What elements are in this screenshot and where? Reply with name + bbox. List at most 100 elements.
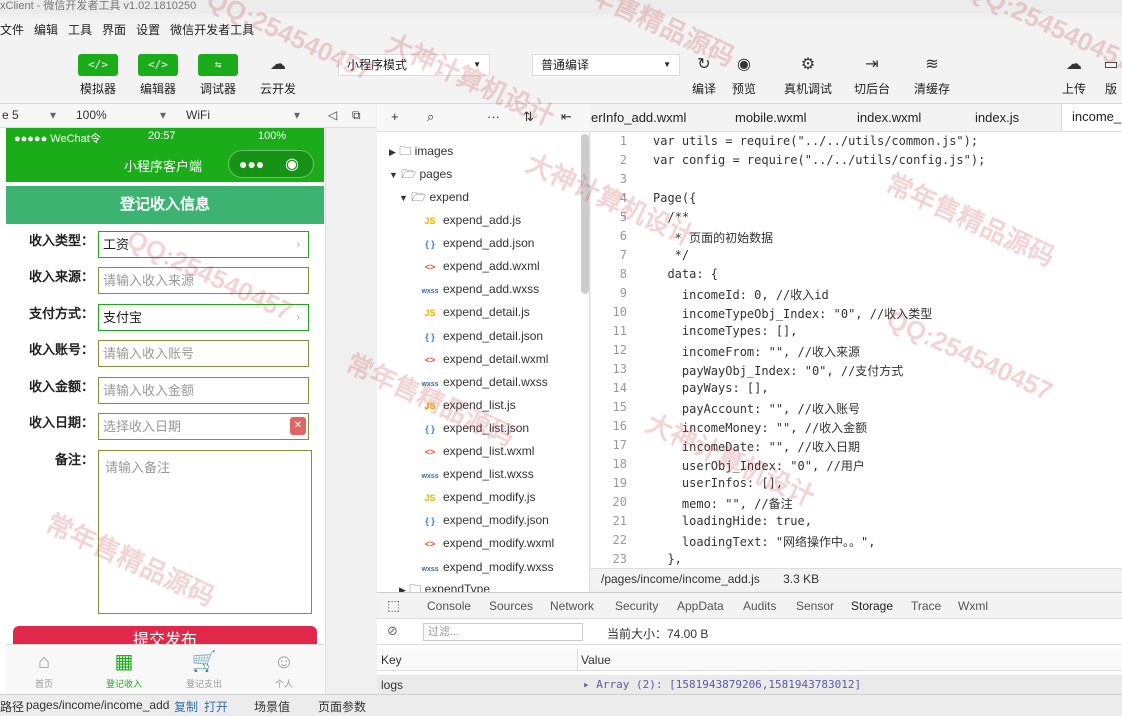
file-item[interactable]: JS expend_list.js bbox=[421, 394, 516, 416]
storage-row[interactable]: logs ▸ Array (2): [1581943879206,1581943… bbox=[377, 675, 1122, 695]
file-name: expend_modify.js bbox=[443, 490, 536, 505]
clear-icon[interactable]: ✕ bbox=[290, 417, 306, 435]
file-item[interactable]: <> expend_list.wxml bbox=[421, 440, 535, 462]
remote-debug-button[interactable]: ⚙ 真机调试 bbox=[778, 54, 838, 97]
folder-expend[interactable]: ▼ 🗁 expend bbox=[399, 186, 469, 208]
folder-pages[interactable]: ▼ 🗁 pages bbox=[389, 163, 452, 185]
menu-settings[interactable]: 设置 bbox=[136, 21, 160, 38]
tab-profile[interactable]: ☺ 个人 bbox=[254, 647, 314, 690]
add-icon[interactable]: + bbox=[391, 109, 399, 124]
tab-audits[interactable]: Audits bbox=[743, 599, 776, 613]
tab-storage[interactable]: Storage bbox=[851, 599, 893, 613]
income-type-picker[interactable]: 工资 › bbox=[98, 231, 309, 258]
capsule-menu[interactable]: ●●● ◉ bbox=[228, 150, 314, 178]
tab-userinfo-add-wxml[interactable]: erInfo_add.wxml bbox=[591, 110, 686, 125]
clear-cache-button[interactable]: ≋ 清缓存 bbox=[902, 54, 962, 97]
menu-file[interactable]: 文件 bbox=[0, 21, 24, 38]
preview-button[interactable]: ◉ 预览 bbox=[714, 54, 774, 97]
tab-trace[interactable]: Trace bbox=[911, 599, 941, 613]
inspect-icon[interactable]: ⬚ bbox=[387, 597, 400, 614]
file-item[interactable]: wxss expend_modify.wxss bbox=[421, 556, 554, 578]
tab-sensor[interactable]: Sensor bbox=[796, 599, 834, 613]
tree-scrollbar[interactable] bbox=[581, 134, 589, 294]
tab-index-wxml[interactable]: index.wxml bbox=[857, 110, 921, 125]
zoom-select[interactable]: 100% bbox=[76, 108, 107, 122]
sort-icon[interactable]: ⇅ bbox=[523, 109, 534, 125]
upload-button[interactable]: ☁ 上传 bbox=[1044, 54, 1104, 97]
network-select[interactable]: WiFi bbox=[186, 108, 210, 122]
tab-register-expense[interactable]: 🛒 登记支出 bbox=[174, 647, 234, 690]
copy-link[interactable]: 复制 bbox=[174, 698, 198, 715]
menu-edit[interactable]: 编辑 bbox=[34, 21, 58, 38]
income-source-input[interactable]: 请输入收入来源 bbox=[98, 267, 309, 294]
compile-select[interactable]: 普通编译 ▼ bbox=[532, 54, 680, 76]
line-number: 14 bbox=[612, 381, 627, 395]
tab-register-income[interactable]: ▦ 登记收入 bbox=[94, 647, 154, 690]
tab-index-js[interactable]: index.js bbox=[975, 110, 1019, 125]
editor-button[interactable]: </> 编辑器 bbox=[128, 54, 188, 97]
popout-icon[interactable]: ⧉ bbox=[352, 108, 361, 123]
open-link[interactable]: 打开 bbox=[204, 698, 228, 715]
file-name: expend_detail.wxss bbox=[443, 374, 548, 389]
code-editor[interactable]: 1 var utils = require("../../utils/common… bbox=[591, 132, 1122, 568]
file-item[interactable]: wxss expend_detail.wxss bbox=[421, 371, 548, 393]
folder-expendtype[interactable]: ▶ 🗀 expendType bbox=[399, 578, 490, 592]
file-item[interactable]: <> expend_modify.wxml bbox=[421, 532, 554, 554]
tab-mobile-wxml[interactable]: mobile.wxml bbox=[735, 110, 807, 125]
mode-select[interactable]: 小程序模式 ▼ bbox=[338, 54, 490, 76]
filter-input[interactable]: 过滤... bbox=[423, 623, 583, 641]
tab-home[interactable]: ⌂ 首页 bbox=[14, 647, 74, 690]
tab-wxml[interactable]: Wxml bbox=[958, 599, 988, 613]
income-money-input[interactable]: 请输入收入金额 bbox=[98, 377, 309, 404]
file-item[interactable]: JS expend_modify.js bbox=[421, 486, 536, 508]
file-item[interactable]: wxss expend_list.wxss bbox=[421, 463, 533, 485]
file-item[interactable]: wxss expend_add.wxss bbox=[421, 278, 539, 300]
block-icon[interactable]: ⊘ bbox=[387, 623, 398, 639]
menu-interface[interactable]: 界面 bbox=[102, 21, 126, 38]
folder-expendtype-label: expendType bbox=[424, 582, 491, 592]
menu-tools[interactable]: 工具 bbox=[68, 21, 92, 38]
file-name: expend_modify.wxss bbox=[443, 559, 554, 574]
status-time: 20:57 bbox=[148, 130, 176, 142]
folder-images[interactable]: ▶ 🗀 images bbox=[389, 140, 453, 162]
tab-sources[interactable]: Sources bbox=[489, 599, 533, 613]
pay-account-input[interactable]: 请输入收入账号 bbox=[98, 340, 309, 367]
menu-devtools[interactable]: 微信开发者工具 bbox=[170, 21, 254, 38]
current-size: 当前大小：74.00 B bbox=[607, 627, 709, 641]
cart-icon: 🛒 bbox=[191, 651, 217, 673]
file-item[interactable]: { } expend_modify.json bbox=[421, 509, 549, 531]
pay-way-picker[interactable]: 支付宝 › bbox=[98, 304, 309, 331]
page-params-button[interactable]: 页面参数 bbox=[318, 698, 366, 715]
search-icon[interactable]: ⌕ bbox=[427, 109, 434, 125]
more-icon[interactable]: ··· bbox=[487, 109, 500, 124]
collapse-icon[interactable]: ⇤ bbox=[561, 109, 572, 125]
debugger-button[interactable]: ⇆ 调试器 bbox=[188, 54, 248, 97]
background-button[interactable]: ⇥ 切后台 bbox=[842, 54, 902, 97]
tab-console[interactable]: Console bbox=[427, 599, 471, 613]
caret-down-icon: ▾ bbox=[294, 108, 301, 122]
cloud-dev-button[interactable]: ☁ 云开发 bbox=[248, 54, 308, 97]
version-button[interactable]: ▭ 版 bbox=[1100, 54, 1122, 97]
tab-income-add-js[interactable]: income_ bbox=[1061, 104, 1122, 131]
upload-label: 上传 bbox=[1061, 82, 1086, 96]
tab-network[interactable]: Network bbox=[550, 599, 594, 613]
sound-icon[interactable]: ◁ bbox=[328, 108, 337, 122]
file-item[interactable]: <> expend_detail.wxml bbox=[421, 348, 549, 370]
file-name: expend_list.js bbox=[443, 397, 516, 412]
more-dots-icon[interactable]: ●●● bbox=[239, 156, 264, 172]
file-item[interactable]: JS expend_detail.js bbox=[421, 301, 529, 323]
income-date-picker[interactable]: 选择收入日期 ✕ bbox=[98, 413, 309, 440]
simulator-button[interactable]: </> 模拟器 bbox=[68, 54, 128, 97]
device-select[interactable]: e 5 bbox=[2, 108, 19, 122]
memo-textarea[interactable]: 请输入备注 bbox=[98, 450, 312, 614]
close-circle-icon[interactable]: ◉ bbox=[285, 154, 299, 174]
file-item[interactable]: { } expend_list.json bbox=[421, 417, 529, 439]
tab-security[interactable]: Security bbox=[615, 599, 658, 613]
file-item[interactable]: <> expend_add.wxml bbox=[421, 255, 540, 277]
scene-button[interactable]: 场景值 bbox=[254, 698, 290, 715]
file-item[interactable]: { } expend_detail.json bbox=[421, 325, 543, 347]
file-item[interactable]: { } expend_add.json bbox=[421, 232, 534, 254]
upload-icon: ☁ bbox=[1066, 56, 1082, 73]
tab-appdata[interactable]: AppData bbox=[677, 599, 724, 613]
file-item[interactable]: JS expend_add.js bbox=[421, 209, 521, 231]
